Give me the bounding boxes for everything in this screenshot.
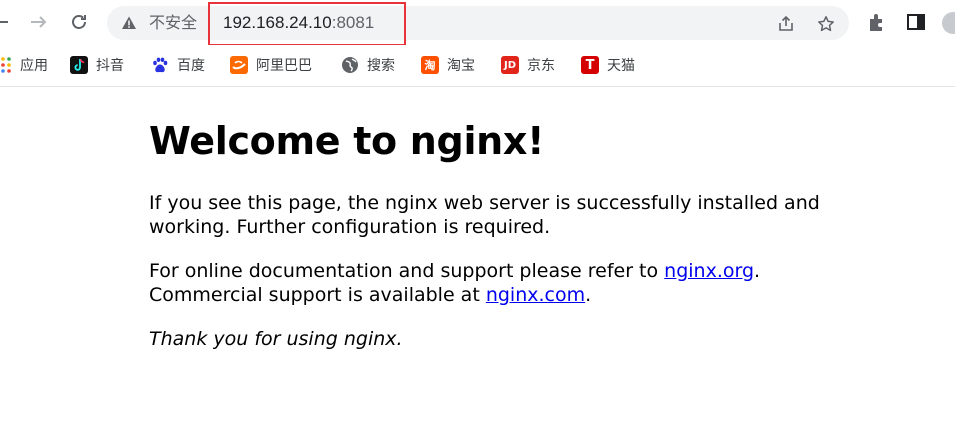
commercial-text: Commercial support is available at bbox=[149, 284, 486, 306]
not-secure-label[interactable]: 不安全 bbox=[149, 13, 197, 33]
bookmark-tmall[interactable]: T 天猫 bbox=[581, 54, 635, 76]
alibaba-icon bbox=[230, 56, 248, 74]
apps-grid-icon bbox=[1, 57, 11, 73]
bookmark-douyin[interactable]: 抖音 bbox=[70, 54, 124, 76]
back-button[interactable] bbox=[0, 10, 12, 34]
url-separator bbox=[209, 14, 210, 32]
bookmark-label: 百度 bbox=[177, 58, 205, 74]
reload-button[interactable] bbox=[67, 10, 91, 34]
globe-icon bbox=[342, 57, 358, 73]
bookmark-search[interactable]: 搜索 bbox=[341, 54, 395, 76]
bookmarks-bar: 应用 抖音 百度 阿里巴巴 搜索 淘 淘宝 JD 京东 T 天猫 bbox=[0, 45, 955, 87]
jd-icon: JD bbox=[501, 56, 519, 74]
address-bar[interactable]: 不安全 192.168.24.10:8081 bbox=[107, 6, 849, 40]
bookmark-label: 抖音 bbox=[96, 58, 124, 74]
support-text-prefix: For online documentation and support ple… bbox=[149, 260, 665, 282]
bookmark-label: 天猫 bbox=[607, 58, 635, 74]
extensions-puzzle-icon[interactable] bbox=[866, 11, 888, 33]
bookmark-label: 搜索 bbox=[367, 58, 395, 74]
taobao-icon: 淘 bbox=[421, 56, 439, 74]
bookmark-label: 淘宝 bbox=[447, 58, 475, 74]
nginx-com-link[interactable]: nginx.com bbox=[486, 284, 585, 306]
install-message: If you see this page, the nginx web serv… bbox=[149, 192, 820, 238]
thank-you-message: Thank you for using nginx. bbox=[149, 328, 403, 350]
support-text-period: . bbox=[754, 260, 761, 282]
page-content: Welcome to nginx! If you see this page, … bbox=[149, 87, 829, 351]
bookmark-taobao[interactable]: 淘 淘宝 bbox=[421, 54, 475, 76]
baidu-paw-icon bbox=[153, 57, 168, 73]
side-panel-icon[interactable] bbox=[905, 11, 927, 33]
bookmark-label: 应用 bbox=[20, 58, 48, 74]
bookmark-alibaba[interactable]: 阿里巴巴 bbox=[230, 54, 312, 76]
back-arrow-icon bbox=[0, 21, 8, 23]
url-text[interactable]: 192.168.24.10:8081 bbox=[223, 12, 374, 34]
warning-triangle-icon[interactable] bbox=[121, 15, 137, 31]
profile-avatar[interactable] bbox=[942, 12, 955, 34]
browser-toolbar: 不安全 192.168.24.10:8081 bbox=[0, 0, 955, 46]
bookmark-label: 京东 bbox=[527, 58, 555, 74]
bookmark-baidu[interactable]: 百度 bbox=[151, 54, 205, 76]
nginx-org-link[interactable]: nginx.org bbox=[664, 260, 754, 282]
forward-button[interactable] bbox=[27, 10, 51, 34]
url-port: :8081 bbox=[331, 13, 375, 32]
bookmark-jd[interactable]: JD 京东 bbox=[501, 54, 555, 76]
support-message: For online documentation and support ple… bbox=[149, 259, 829, 307]
commercial-text-period: . bbox=[585, 284, 592, 306]
bookmark-label: 阿里巴巴 bbox=[256, 58, 312, 74]
bookmark-star-icon[interactable] bbox=[817, 15, 835, 33]
page-title: Welcome to nginx! bbox=[149, 119, 545, 163]
reload-icon bbox=[72, 15, 86, 29]
douyin-icon bbox=[70, 56, 88, 74]
forward-arrow-icon bbox=[31, 16, 47, 28]
bookmark-apps[interactable]: 应用 bbox=[0, 54, 48, 76]
url-host: 192.168.24.10 bbox=[223, 13, 332, 32]
tmall-icon: T bbox=[581, 56, 599, 74]
share-icon[interactable] bbox=[777, 15, 795, 33]
